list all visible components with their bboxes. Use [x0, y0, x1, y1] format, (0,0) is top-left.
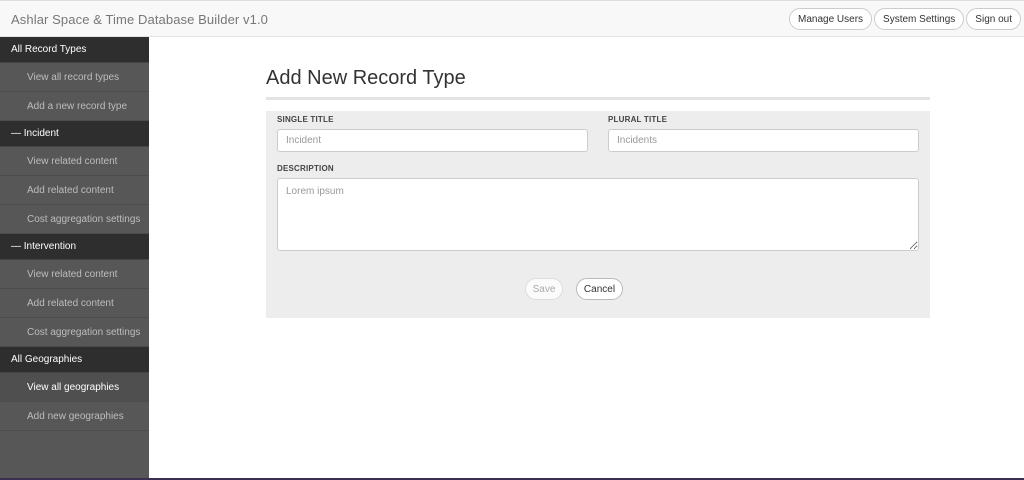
description-label: DESCRIPTION — [277, 164, 334, 173]
manage-users-button[interactable]: Manage Users — [789, 8, 873, 30]
plural-title-input[interactable] — [608, 129, 919, 152]
sidebar-item-incident-cost-aggregation[interactable]: Cost aggregation settings — [0, 205, 149, 234]
sidebar: All Record Types View all record types A… — [0, 37, 149, 480]
page-title: Add New Record Type — [266, 67, 466, 89]
title-divider — [266, 97, 930, 100]
single-title-label: SINGLE TITLE — [277, 115, 334, 124]
sidebar-item-intervention-cost-aggregation[interactable]: Cost aggregation settings — [0, 318, 149, 347]
sidebar-item-view-all-record-types[interactable]: View all record types — [0, 63, 149, 92]
sidebar-item-intervention-add-related[interactable]: Add related content — [0, 289, 149, 318]
description-textarea[interactable] — [277, 178, 919, 251]
save-button[interactable]: Save — [525, 278, 563, 300]
sidebar-item-intervention-view-related[interactable]: View related content — [0, 260, 149, 289]
header-buttons: Manage Users System Settings Sign out — [789, 8, 1021, 30]
plural-title-label: PLURAL TITLE — [608, 115, 668, 124]
sidebar-item-add-record-type[interactable]: Add a new record type — [0, 92, 149, 121]
system-settings-button[interactable]: System Settings — [874, 8, 965, 30]
top-navbar: Ashlar Space & Time Database Builder v1.… — [0, 0, 1024, 37]
sidebar-item-view-all-geographies[interactable]: View all geographies — [0, 373, 149, 402]
sidebar-section-all-geographies[interactable]: All Geographies — [0, 347, 149, 373]
single-title-input[interactable] — [277, 129, 588, 152]
sign-out-button[interactable]: Sign out — [966, 8, 1021, 30]
app-title[interactable]: Ashlar Space & Time Database Builder v1.… — [11, 12, 268, 27]
sidebar-section-all-record-types[interactable]: All Record Types — [0, 37, 149, 63]
sidebar-item-add-new-geographies[interactable]: Add new geographies — [0, 402, 149, 431]
sidebar-section-intervention[interactable]: — Intervention — [0, 234, 149, 260]
cancel-button[interactable]: Cancel — [576, 278, 623, 300]
sidebar-section-incident[interactable]: — Incident — [0, 121, 149, 147]
sidebar-item-incident-add-related[interactable]: Add related content — [0, 176, 149, 205]
sidebar-item-incident-view-related[interactable]: View related content — [0, 147, 149, 176]
